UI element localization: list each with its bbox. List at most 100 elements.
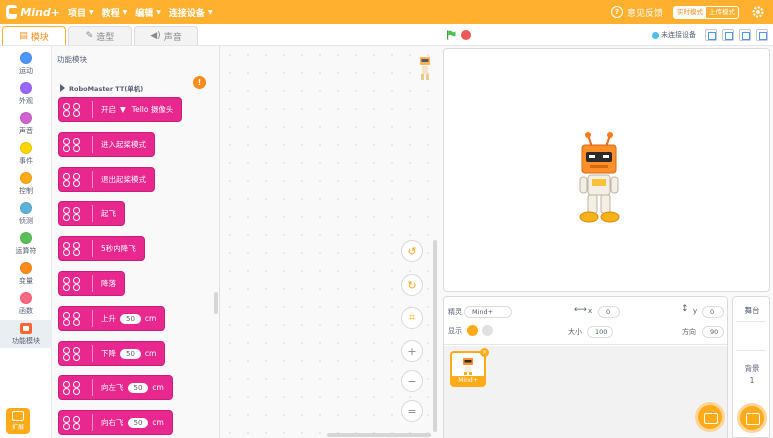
size-input[interactable]: 100 <box>587 326 613 338</box>
drone-icon <box>63 241 85 256</box>
distance-input[interactable]: 50 <box>127 417 149 428</box>
block-land[interactable]: 降落 <box>58 271 125 296</box>
sprite-list: Mind+ × <box>444 346 727 438</box>
tab-sounds[interactable]: ◀) 声音 <box>134 26 198 45</box>
robot-sprite[interactable] <box>574 131 624 227</box>
category-motion[interactable]: 运动 <box>0 50 52 78</box>
zoom-reset-button[interactable]: = <box>401 400 423 422</box>
block-takeoff[interactable]: 起飞 <box>58 201 125 226</box>
category-functions[interactable]: 函数 <box>0 290 52 318</box>
show-label: 显示 <box>448 327 462 335</box>
block-toggle-camera[interactable]: 开启 ▼ Tello 摄像头 <box>58 97 183 122</box>
menu-edit[interactable]: 编辑 ▼ <box>135 6 161 19</box>
zoom-in-button[interactable]: + <box>401 340 423 362</box>
redo-button[interactable]: ↻ <box>401 274 423 296</box>
undo-button[interactable]: ↺ <box>401 240 423 262</box>
distance-input[interactable]: 50 <box>120 348 141 359</box>
tab-blocks[interactable]: ▤ 模块 <box>2 26 66 45</box>
small-stage-button[interactable] <box>705 29 717 41</box>
direction-input[interactable]: 90 <box>702 326 724 338</box>
gear-icon[interactable] <box>751 5 765 19</box>
chevron-down-icon: ▼ <box>207 8 213 16</box>
category-sound[interactable]: 声音 <box>0 110 52 138</box>
category-events[interactable]: 事件 <box>0 140 52 168</box>
distance-input[interactable]: 50 <box>127 382 149 393</box>
realtime-mode-button[interactable]: 实时模式 <box>674 6 706 18</box>
blocks-icon: ▤ <box>19 31 28 41</box>
category-control[interactable]: 控制 <box>0 170 52 198</box>
category-operators[interactable]: 运算符 <box>0 230 52 258</box>
full-stage-button[interactable] <box>739 29 751 41</box>
distance-input[interactable]: 50 <box>120 313 141 324</box>
sprite-thumbnail-name: Mind+ <box>452 376 484 385</box>
backdrop-thumbnail[interactable] <box>736 321 766 351</box>
script-workspace[interactable]: ↺ ↻ ⌗ + − = <box>221 46 440 438</box>
x-input[interactable]: 0 <box>598 306 620 318</box>
help-icon[interactable]: ? <box>610 6 623 18</box>
drone-icon <box>63 137 85 152</box>
horizontal-arrows-icon: ⟷ <box>574 305 587 315</box>
menu-tutorial[interactable]: 教程 ▼ <box>102 6 128 19</box>
block-fly-left[interactable]: 向左飞 50 cm <box>58 375 173 400</box>
sprite-label: 精灵 <box>448 308 462 316</box>
workspace-vertical-scrollbar[interactable] <box>433 240 437 432</box>
block-land-5s[interactable]: 5秒内降飞 <box>58 236 145 261</box>
palette-info-badge[interactable]: ! <box>193 76 206 89</box>
extensions-button[interactable]: 扩展 <box>6 408 30 434</box>
chevron-down-icon: ▼ <box>122 8 128 16</box>
sprite-properties: 精灵 Mind+ ⟷ x 0 ↕ y 0 显示 大小 100 方向 90 <box>444 297 727 345</box>
category-dot-icon <box>20 172 32 184</box>
feedback-link[interactable]: 意见反馈 <box>627 6 663 19</box>
block-move-up[interactable]: 上升 50 cm <box>58 306 166 331</box>
speaker-icon: ◀) <box>150 31 161 41</box>
sprite-name-input[interactable]: Mind+ <box>464 306 512 318</box>
block-enter-mode[interactable]: 进入起桨模式 <box>58 132 155 157</box>
stage[interactable] <box>443 48 770 292</box>
show-eye-icon[interactable] <box>467 325 478 336</box>
fullscreen-icon[interactable] <box>756 29 768 41</box>
category-modules[interactable]: 功能模块 <box>0 320 52 348</box>
category-menu: 运动 外观 声音 事件 控制 侦测 运算符 变量 函数 功能模块 扩展 <box>0 46 52 438</box>
add-sprite-button[interactable] <box>695 402 725 432</box>
hide-eye-icon[interactable] <box>482 325 493 336</box>
cleanup-icon: ⌗ <box>408 311 416 324</box>
workspace-horizontal-scrollbar[interactable] <box>327 433 431 437</box>
mindplus-logo[interactable]: Mind+ <box>6 3 60 21</box>
category-dot-icon <box>20 112 32 124</box>
stage-backdrop-panel[interactable]: 舞台 背景 1 <box>732 296 770 438</box>
redo-icon: ↻ <box>407 278 417 292</box>
block-palette: 功能模块 ! RoboMaster TT(单机) 开启 ▼ Tello 摄像头 … <box>52 46 220 438</box>
block-move-down[interactable]: 下降 50 cm <box>58 341 166 366</box>
category-looks[interactable]: 外观 <box>0 80 52 108</box>
category-sensing[interactable]: 侦测 <box>0 200 52 228</box>
stop-icon[interactable] <box>461 30 471 40</box>
category-variables[interactable]: 变量 <box>0 260 52 288</box>
menu-connect-device[interactable]: 连接设备 ▼ <box>169 6 213 19</box>
cleanup-button[interactable]: ⌗ <box>401 307 423 329</box>
sprite-info-panel: 精灵 Mind+ ⟷ x 0 ↕ y 0 显示 大小 100 方向 90 Min… <box>443 296 728 438</box>
extension-icon <box>12 411 24 421</box>
chevron-down-icon: ▼ <box>89 8 94 16</box>
palette-scrollbar[interactable] <box>214 292 218 314</box>
zoom-out-button[interactable]: − <box>401 370 423 392</box>
delete-sprite-icon[interactable]: × <box>480 348 489 357</box>
tab-costumes[interactable]: ✎ 造型 <box>68 26 132 45</box>
zoom-reset-icon: = <box>407 404 417 418</box>
drone-icon <box>63 380 85 395</box>
undo-icon: ↺ <box>407 244 417 258</box>
palette-title: 功能模块 <box>57 55 87 64</box>
add-backdrop-button[interactable] <box>737 403 767 433</box>
y-input[interactable]: 0 <box>702 306 724 318</box>
dropdown-arrow-icon[interactable]: ▼ <box>120 105 126 114</box>
green-flag-icon[interactable] <box>446 30 456 40</box>
block-fly-right[interactable]: 向右飞 50 cm <box>58 410 173 435</box>
block-exit-mode[interactable]: 退出起桨模式 <box>58 167 155 192</box>
sprite-thumbnail[interactable]: Mind+ × <box>450 348 489 387</box>
upload-mode-button[interactable]: 上传模式 <box>706 7 738 18</box>
category-dot-icon <box>20 52 32 64</box>
large-stage-button[interactable] <box>722 29 734 41</box>
zoom-out-icon: − <box>407 374 417 388</box>
logo-robot-icon <box>6 5 20 19</box>
menu-project[interactable]: 项目 ▼ <box>68 6 94 19</box>
section-label: RoboMaster TT(单机) <box>60 83 143 93</box>
